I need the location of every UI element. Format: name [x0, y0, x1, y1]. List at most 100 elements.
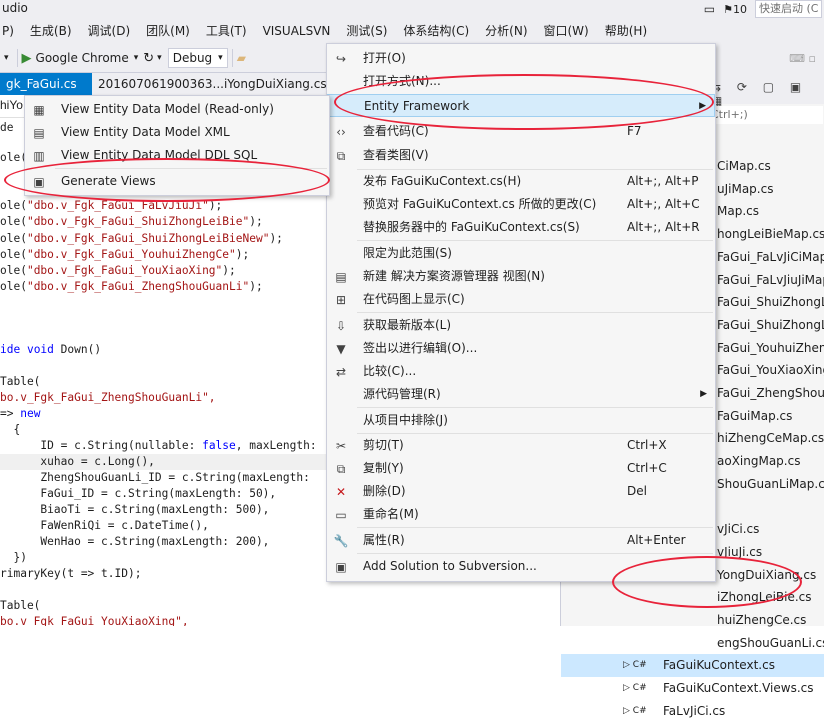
code-line: Table(	[0, 599, 41, 612]
toolbar-button-icon[interactable]: ⌨ ▫	[789, 52, 824, 65]
menu-entity-framework[interactable]: Entity Framework ▶	[327, 94, 715, 117]
code-line: ZhengShouGuanLi_ID = c.String(maxLength:	[0, 471, 310, 484]
notification-flag-icon[interactable]: ⚑10	[723, 3, 747, 16]
code-line: ole("dbo.v_Fgk_FaGui_YouhuiZhengCe");	[0, 248, 250, 261]
chevron-down-icon: ▾	[218, 53, 223, 63]
menu-new-explorer-view[interactable]: ▤ 新建 解决方案资源管理器 视图(N)	[327, 265, 715, 288]
submenu-view-edm-ddl[interactable]: ▥ View Entity Data Model DDL SQL	[25, 144, 329, 167]
menu-separator	[357, 312, 713, 313]
menu-get-latest[interactable]: ⇩ 获取最新版本(L)	[327, 314, 715, 337]
code-line: ole("dbo.v_Fgk_FaGui_ShuiZhongLeiBie");	[0, 215, 263, 228]
solution-file-item[interactable]: engShouGuanLi.cs	[561, 632, 824, 655]
solution-file-item[interactable]: ▷ C# FaGuiKuContext.Views.cs	[561, 677, 824, 700]
code-line: ole("dbo.v_Fgk_FaGui_ZhengShouGuanLi");	[0, 280, 263, 293]
menu-replace-from-server[interactable]: 替换服务器中的 FaGuiKuContext.cs(S) Alt+;, Alt+R	[327, 216, 715, 239]
solution-file-item[interactable]: iZhongLeiBie.cs	[561, 586, 824, 609]
submenu-arrow-icon: ▶	[699, 101, 706, 111]
menu-scope-to-this[interactable]: 限定为此范围(S)	[327, 242, 715, 265]
nav-dropdown-icon[interactable]: ▾	[0, 53, 13, 63]
solution-file-item[interactable]: huiZhengCe.cs	[561, 609, 824, 632]
menu-tools[interactable]: 工具(T)	[198, 18, 255, 44]
menu-test[interactable]: 测试(S)	[338, 18, 395, 44]
menu-cut[interactable]: ✂ 剪切(T) Ctrl+X	[327, 434, 715, 457]
menu-visualsvn[interactable]: VISUALSVN	[255, 18, 339, 44]
solution-search-input[interactable]: Ctrl+;)	[711, 106, 823, 124]
feedback-icon[interactable]: ▭	[704, 2, 715, 16]
menu-window[interactable]: 窗口(W)	[536, 18, 597, 44]
delete-icon: ✕	[335, 485, 347, 499]
code-line: ID = c.String(nullable: false, maxLength…	[0, 439, 317, 452]
submenu-view-edm-xml[interactable]: ▤ View Entity Data Model XML	[25, 121, 329, 144]
title-bar: udio ▭ ⚑10 快速启动 (C	[0, 0, 824, 18]
menu-analyze[interactable]: 分析(N)	[477, 18, 535, 44]
browser-label[interactable]: Google Chrome	[36, 51, 129, 65]
solution-file-item[interactable]: ▷ C# FaLvJiCi.cs	[561, 700, 824, 723]
menu-project[interactable]: P)	[0, 18, 22, 44]
tab-active-file[interactable]: gk_FaGui.cs	[0, 73, 92, 95]
toolbar-icons[interactable]: ⇆ ⟳ ▢ ▣ ▦	[711, 80, 824, 108]
code-line: })	[0, 551, 27, 564]
code-line: de	[0, 121, 21, 134]
solution-file-item[interactable]: ▷ C# FaGuiKuContext.cs	[561, 654, 824, 678]
cut-icon: ✂	[335, 439, 347, 453]
menu-team[interactable]: 团队(M)	[138, 18, 198, 44]
menu-view-class-diagram[interactable]: ⧉ 查看类图(V)	[327, 144, 715, 167]
menu-delete[interactable]: ✕ 删除(D) Del	[327, 480, 715, 503]
code-line: {	[0, 423, 21, 436]
menu-help[interactable]: 帮助(H)	[597, 18, 655, 44]
refresh-icon[interactable]: ↻	[143, 51, 154, 66]
code-line: FaGui_ID = c.String(maxLength: 50),	[0, 487, 277, 500]
menu-separator	[357, 240, 713, 241]
code-line: ide void Down()	[0, 343, 102, 356]
menu-publish[interactable]: 发布 FaGuiKuContext.cs(H) Alt+;, Alt+P	[327, 170, 715, 193]
menu-rename[interactable]: ▭ 重命名(M)	[327, 503, 715, 526]
submenu-arrow-icon: ▶	[700, 389, 707, 399]
code-line: ole("dbo.v_Fgk_FaGui_ShuiZhongLeiBieNew"…	[0, 232, 283, 245]
quick-launch-input[interactable]: 快速启动 (C	[755, 0, 822, 18]
menu-compare[interactable]: ⇄ 比较(C)...	[327, 360, 715, 383]
menu-check-out[interactable]: ▼ 签出以进行编辑(O)...	[327, 337, 715, 360]
submenu-view-edm-readonly[interactable]: ▦ View Entity Data Model (Read-only)	[25, 98, 329, 121]
csharp-file-icon: ▷ C#	[623, 660, 647, 671]
csharp-file-icon: ▷ C#	[623, 683, 647, 694]
configuration-value: Debug	[172, 51, 213, 65]
code-line: => new	[0, 407, 41, 420]
class-diagram-icon: ⧉	[336, 149, 346, 163]
get-latest-icon: ⇩	[335, 319, 347, 333]
menu-add-to-subversion[interactable]: ▣ Add Solution to Subversion...	[327, 555, 715, 578]
toolbar-separator	[16, 49, 18, 67]
menu-view-code[interactable]: ‹› 查看代码(C) F7	[327, 120, 715, 143]
menu-architecture[interactable]: 体系结构(C)	[395, 18, 477, 44]
start-debug-icon[interactable]: ▶	[22, 51, 32, 66]
browser-dropdown-icon[interactable]: ▾	[134, 53, 139, 63]
subversion-icon: ▣	[335, 560, 347, 574]
menu-preview-changes[interactable]: 预览对 FaGuiKuContext.cs 所做的更改(C) Alt+;, Alt…	[327, 193, 715, 216]
code-line: rimaryKey(t => t.ID);	[0, 567, 142, 580]
code-icon: ‹›	[336, 125, 346, 139]
code-line: Table(	[0, 375, 41, 388]
refresh-dropdown-icon[interactable]: ▾	[157, 53, 162, 63]
menu-properties[interactable]: 🔧 属性(R) Alt+Enter	[327, 529, 715, 552]
menu-source-control[interactable]: 源代码管理(R) ▶	[327, 383, 715, 406]
check-out-icon: ▼	[336, 342, 346, 356]
menu-exclude-from-project[interactable]: 从项目中排除(J)	[327, 409, 715, 432]
compare-icon: ⇄	[335, 365, 347, 379]
editor-nav-dropdown[interactable]: hiYo	[0, 98, 23, 112]
code-line: BiaoTi = c.String(maxLength: 500),	[0, 503, 270, 516]
csharp-file-icon: ▷ C#	[623, 705, 647, 716]
code-line: bo.v_Fgk_FaGui_YouXiaoXing",	[0, 615, 189, 626]
menu-build[interactable]: 生成(B)	[22, 18, 80, 44]
menu-show-on-code-map[interactable]: ⊞ 在代码图上显示(C)	[327, 288, 715, 311]
menu-open[interactable]: ↪ 打开(O)	[327, 47, 715, 70]
menu-open-with[interactable]: 打开方式(N)...	[327, 70, 715, 93]
menu-separator	[357, 407, 713, 408]
window-title: udio	[2, 1, 28, 15]
submenu-generate-views[interactable]: ▣ Generate Views	[25, 170, 329, 193]
code-line: bo.v_Fgk_FaGui_ZhengShouGuanLi",	[0, 391, 216, 404]
toolbar-separator	[231, 49, 233, 67]
menu-copy[interactable]: ⧉ 复制(Y) Ctrl+C	[327, 457, 715, 480]
menu-debug[interactable]: 调试(D)	[80, 18, 139, 44]
folder-icon[interactable]: ▰	[237, 51, 246, 65]
notification-count: 10	[733, 2, 747, 16]
configuration-select[interactable]: Debug ▾	[167, 48, 228, 68]
